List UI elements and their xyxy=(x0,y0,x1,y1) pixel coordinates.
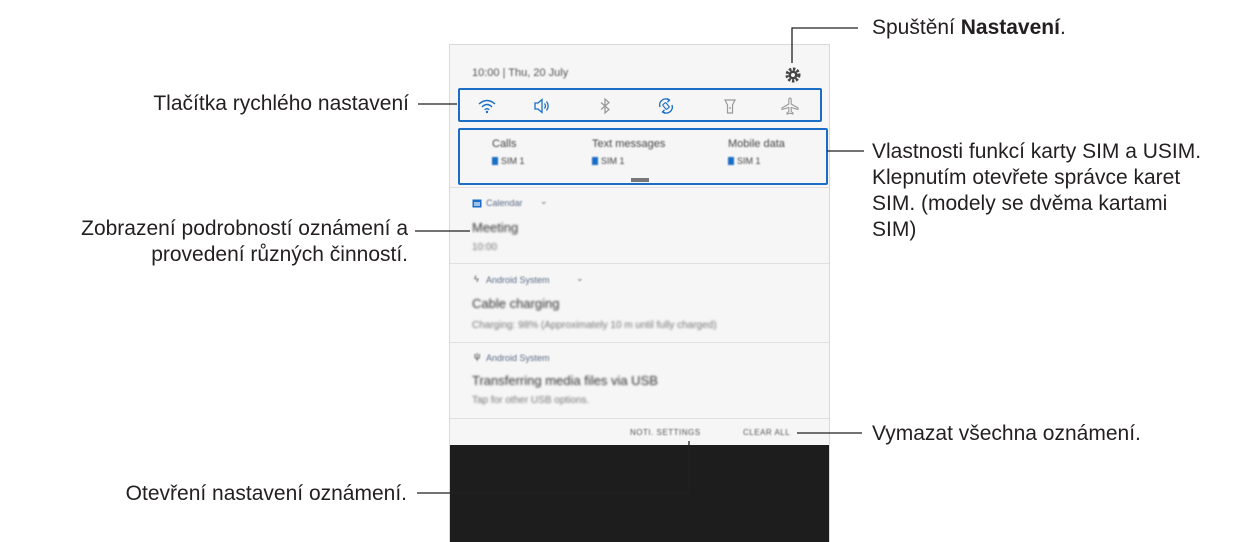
callout-quick-settings: Tlačítka rychlého nastavení xyxy=(153,92,409,115)
callout-settings-suffix: . xyxy=(1059,16,1066,39)
callout-sim-properties: Vlastnosti funkcí karty SIM a USIM. Klep… xyxy=(872,139,1201,243)
callout-notification-details: Zobrazení podrobností oznámení a provede… xyxy=(81,216,408,268)
callout-settings: Spuštění Nastavení. xyxy=(872,15,1066,41)
callout-sim-line2: Klepnutím otevřete správce karet xyxy=(872,166,1181,189)
callout-clear-all: Vymazat všechna oznámení. xyxy=(872,422,1141,445)
callout-details-line1: Zobrazení podrobností oznámení a xyxy=(81,217,408,240)
callout-settings-prefix: Spuštění xyxy=(872,16,961,39)
callout-sim-line1: Vlastnosti funkcí karty SIM a USIM. xyxy=(872,140,1202,163)
callout-noti-settings: Otevření nastavení oznámení. xyxy=(125,482,407,505)
callout-settings-bold: Nastavení xyxy=(960,16,1060,39)
callout-lines xyxy=(415,27,864,494)
callout-sim-line3: SIM. (modely se dvěma kartami xyxy=(872,192,1168,215)
callout-details-line2: provedení různých činností. xyxy=(151,243,408,266)
callout-sim-line4: SIM) xyxy=(872,218,917,241)
